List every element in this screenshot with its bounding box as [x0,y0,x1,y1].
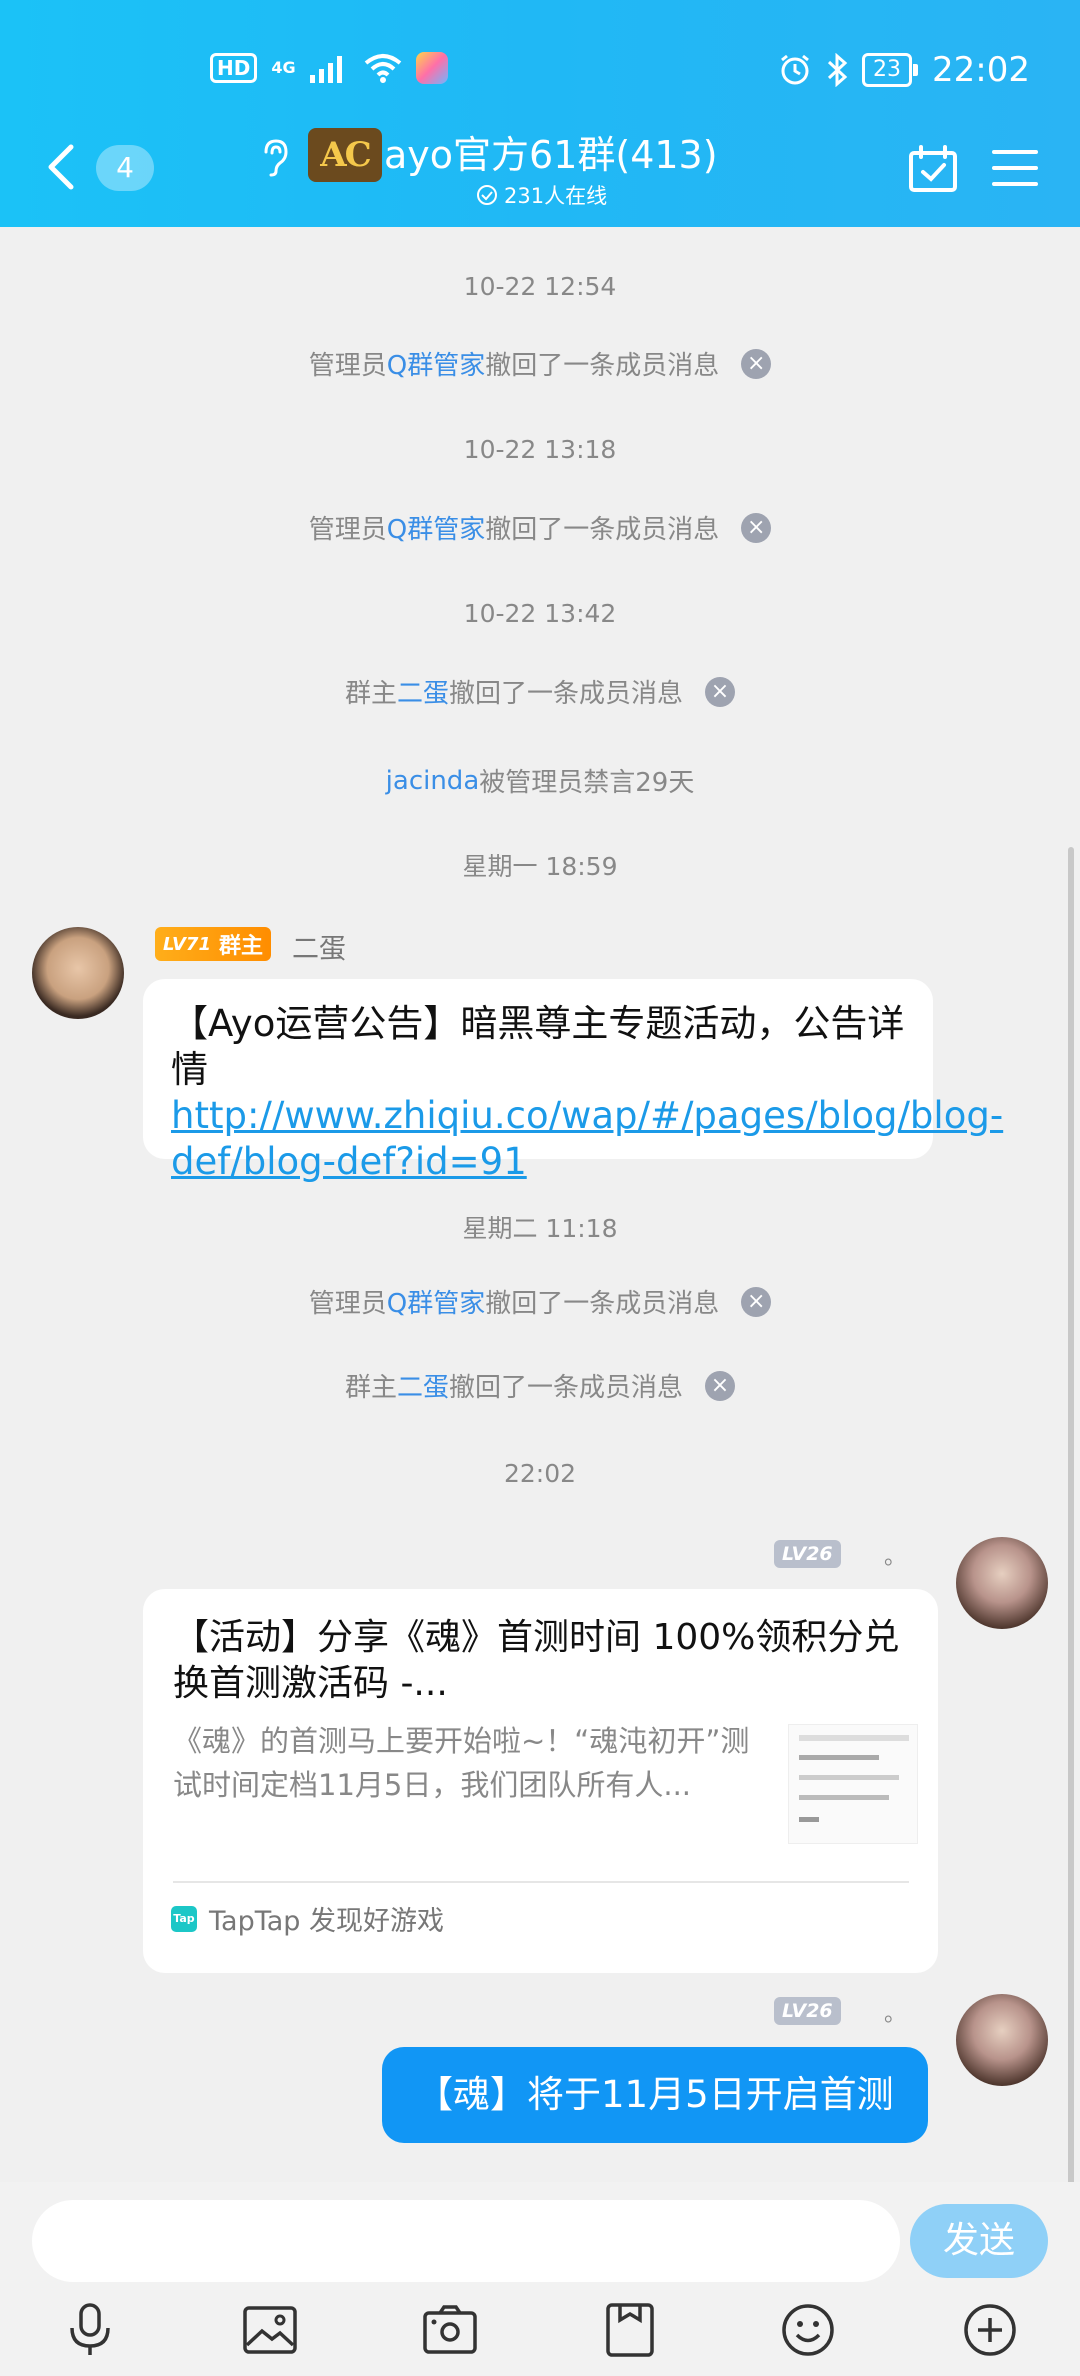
hamburger-menu-icon [992,150,1038,186]
hd-indicator: HD [210,53,258,83]
status-right: 23 22:02 [778,50,1030,90]
menu-button[interactable] [992,148,1038,192]
close-icon[interactable]: × [705,676,736,707]
send-button[interactable]: 发送 [910,2204,1048,2278]
status-bar: HD 4G 23 22:02 [0,40,1080,100]
system-recall-message: 管理员 Q群管家 撤回了一条成员消息 × [0,345,1080,382]
role-label: 群主 [218,934,263,959]
timestamp: 10-22 13:18 [463,435,617,464]
timestamp: 星期一 18:59 [462,852,618,881]
share-card-description: 《魂》的首测马上要开始啦~！“魂沌初开”测试时间定档11月5日，我们团队所有人.… [173,1724,750,1802]
system-ban-message: jacinda 被管理员禁言29天 [385,765,695,799]
earpiece-mode-icon[interactable] [258,138,292,182]
close-icon[interactable]: × [741,1286,772,1317]
input-area: 发送 [0,2182,1080,2376]
admin-name-link[interactable]: Q群管家 [387,509,485,546]
level-role-badge: LV71 群主 [155,927,271,961]
system-recall-message: 管理员 Q群管家 撤回了一条成员消息 × [0,509,1080,546]
network-type: 4G [271,58,296,77]
banned-user-link[interactable]: jacinda [386,766,480,796]
input-toolbar [0,2300,1080,2370]
nav-bar: 4 AC ayo官方61群(413) 231人在线 [0,120,1080,220]
my-avatar[interactable] [956,1994,1048,2086]
chevron-left-icon [48,144,74,190]
admin-name-link[interactable]: Q群管家 [387,345,485,382]
system-recall-message: 管理员 Q群管家 撤回了一条成员消息 × [0,1283,1080,1320]
share-card[interactable]: 【活动】分享《魂》首测时间 100%领积分兑换首测激活码 -... 《魂》的首测… [143,1589,938,1973]
chat-header: HD 4G 23 22:02 4 AC ayo官方61群(413) 231人在线 [0,0,1080,227]
plus-icon[interactable] [960,2300,1020,2360]
message-list[interactable]: 10-22 12:54 管理员 Q群管家 撤回了一条成员消息 × 10-22 13:… [0,227,1080,2376]
admin-name-link[interactable]: Q群管家 [387,1283,485,1320]
bluetooth-icon [827,53,848,87]
app-notification-icon [415,52,448,84]
my-avatar[interactable] [956,1537,1048,1629]
my-level-badge: LV26 [774,1997,841,2025]
camera-icon[interactable] [420,2300,480,2360]
source-label: TapTap 发现好游戏 [209,1906,444,1937]
timestamp: 10-22 12:54 [463,272,617,301]
clock: 22:02 [932,50,1030,90]
timestamp: 10-22 13:42 [463,599,617,628]
image-icon[interactable] [240,2300,300,2360]
calendar-check-icon [909,145,957,192]
message-input[interactable] [32,2200,900,2282]
divider [173,1881,909,1883]
group-title[interactable]: ayo官方61群(413) [384,130,718,180]
scrollbar[interactable] [1068,847,1074,2376]
my-message-bubble[interactable]: 【魂】将于11月5日开启首测 [382,2047,928,2143]
wifi-icon [364,54,401,83]
calendar-check-button[interactable] [908,145,958,197]
owner-name-link[interactable]: 二蛋 [397,673,449,710]
close-icon[interactable]: × [741,512,772,543]
my-level-badge: LV26 [774,1540,841,1568]
back-button[interactable] [45,140,85,194]
share-card-title: 【活动】分享《魂》首测时间 100%领积分兑换首测激活码 -... [173,1617,900,1704]
level-label: LV71 [163,933,211,955]
unread-count-badge[interactable]: 4 [96,145,154,191]
close-icon[interactable]: × [741,348,772,379]
alarm-icon [781,54,809,85]
sender-avatar[interactable] [32,927,124,1019]
check-circle-icon [477,185,497,205]
system-recall-message: 群主 二蛋 撤回了一条成员消息 × [0,1367,1080,1404]
sender-name[interactable]: 二蛋 [292,927,346,966]
microphone-icon[interactable] [60,2300,120,2360]
announcement-bubble[interactable]: 【Ayo运营公告】暗黑尊主专题活动，公告详情http://www.zhiqiu.… [143,979,1003,1183]
share-card-source: Tap TapTap 发现好游戏 [171,1899,444,1938]
status-left: HD 4G [210,52,448,84]
group-logo: AC [308,128,382,182]
system-recall-message: 群主 二蛋 撤回了一条成员消息 × [0,673,1080,710]
online-status: 231人在线 [476,180,607,210]
announcement-text: 【Ayo运营公告】暗黑尊主专题活动，公告详情http://www.zhiqiu.… [171,1002,1004,1183]
announcement-link[interactable]: http://www.zhiqiu.co/wap/#/pages/blog/bl… [171,1094,1003,1183]
share-card-thumbnail [788,1724,918,1844]
owner-name-link[interactable]: 二蛋 [397,1367,449,1404]
signal-icon [309,56,342,83]
online-count: 231人在线 [504,184,608,208]
timestamp: 22:02 [503,1459,577,1488]
timestamp: 星期二 11:18 [462,1214,618,1243]
battery-indicator: 23 [862,53,919,87]
emoji-icon[interactable] [778,2300,838,2360]
taptap-icon: Tap [171,1905,197,1932]
my-name-mark: 。 [884,1545,907,1570]
my-name-mark: 。 [884,2002,907,2027]
close-icon[interactable]: × [705,1370,736,1401]
file-icon[interactable] [600,2300,660,2360]
